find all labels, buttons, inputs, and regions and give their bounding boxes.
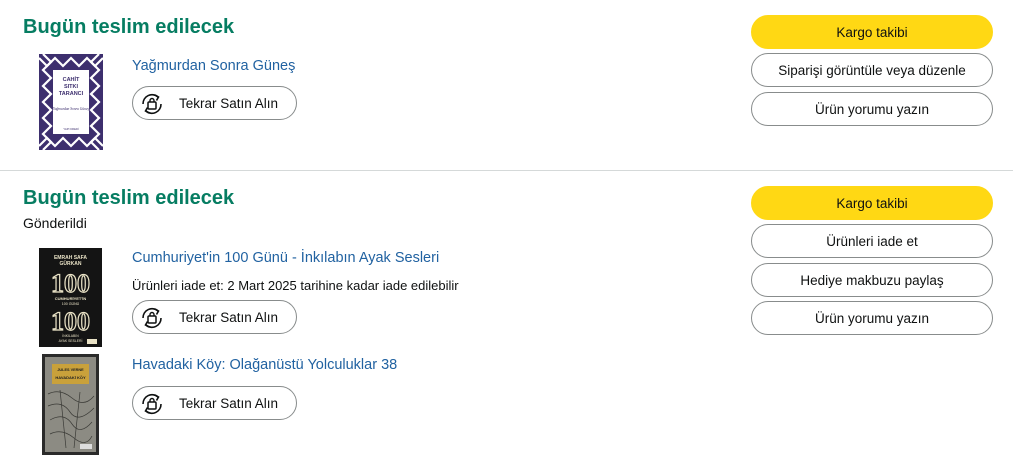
book-cover-image[interactable]: JULES VERNE HAVADAKİ KÖY <box>42 354 99 455</box>
cover-big-number: 100 <box>51 269 90 298</box>
buy-again-label: Tekrar Satın Alın <box>179 310 279 325</box>
buy-again-label: Tekrar Satın Alın <box>179 396 279 411</box>
return-eligibility-note: Ürünleri iade et: 2 Mart 2025 tarihine k… <box>132 278 459 293</box>
shipment-card-2: Bugün teslim edilecek Gönderildi EMRAH S… <box>0 171 1013 470</box>
cover-author-line: SITKI <box>64 84 79 90</box>
book-cover-image[interactable]: EMRAH SAFA GÜRKAN 100 CUMHURİYET'İN 100 … <box>39 248 102 347</box>
cover-line: CUMHURİYET'İN <box>55 296 87 301</box>
write-review-button[interactable]: Ürün yorumu yazın <box>751 301 993 335</box>
cover-author-line: TARANCI <box>59 91 84 97</box>
write-review-button[interactable]: Ürün yorumu yazın <box>751 92 993 126</box>
cover-big-number: 100 <box>51 307 90 336</box>
cover-title: HAVADAKİ KÖY <box>55 375 86 380</box>
product-title-link[interactable]: Cumhuriyet'in 100 Günü - İnkılabın Ayak … <box>132 250 439 266</box>
buy-again-icon <box>142 93 162 115</box>
cover-publisher: YAPI KREDİ <box>63 126 79 131</box>
buy-again-label: Tekrar Satın Alın <box>179 96 279 111</box>
product-title-link[interactable]: Havadaki Köy: Olağanüstü Yolculuklar 38 <box>132 357 397 373</box>
buy-again-button[interactable]: Tekrar Satın Alın <box>132 300 297 334</box>
return-items-button[interactable]: Ürünleri iade et <box>751 224 993 258</box>
shipment-substatus: Gönderildi <box>23 215 87 231</box>
buy-again-icon <box>142 307 162 329</box>
delivery-status: Bugün teslim edilecek <box>23 187 235 209</box>
buy-again-button[interactable]: Tekrar Satın Alın <box>132 386 297 420</box>
delivery-status: Bugün teslim edilecek <box>23 16 235 38</box>
product-title-link[interactable]: Yağmurdan Sonra Güneş <box>132 58 295 74</box>
share-gift-receipt-button[interactable]: Hediye makbuzu paylaş <box>751 263 993 297</box>
track-package-button[interactable]: Kargo takibi <box>751 186 993 220</box>
book-cover-image[interactable]: CAHİT SITKI TARANCI Yağmurdan Sonra Güne… <box>39 54 103 150</box>
view-edit-order-button[interactable]: Siparişi görüntüle veya düzenle <box>751 53 993 87</box>
cover-author-line: CAHİT <box>63 76 80 83</box>
cover-line: 100 GÜNÜ <box>62 302 80 306</box>
cover-author-line: GÜRKAN <box>60 260 82 267</box>
cover-line: İNKILABIN <box>62 333 79 338</box>
buy-again-icon <box>142 393 162 415</box>
track-package-button[interactable]: Kargo takibi <box>751 15 993 49</box>
cover-author: JULES VERNE <box>57 368 84 372</box>
cover-line: AYAK SESLERİ <box>59 338 83 343</box>
cover-subtitle: Yağmurdan Sonra Güneş <box>53 107 89 111</box>
shipment-card-1: Bugün teslim edilecek CAHİT SITKI TARANC… <box>0 0 1013 171</box>
buy-again-button[interactable]: Tekrar Satın Alın <box>132 86 297 120</box>
